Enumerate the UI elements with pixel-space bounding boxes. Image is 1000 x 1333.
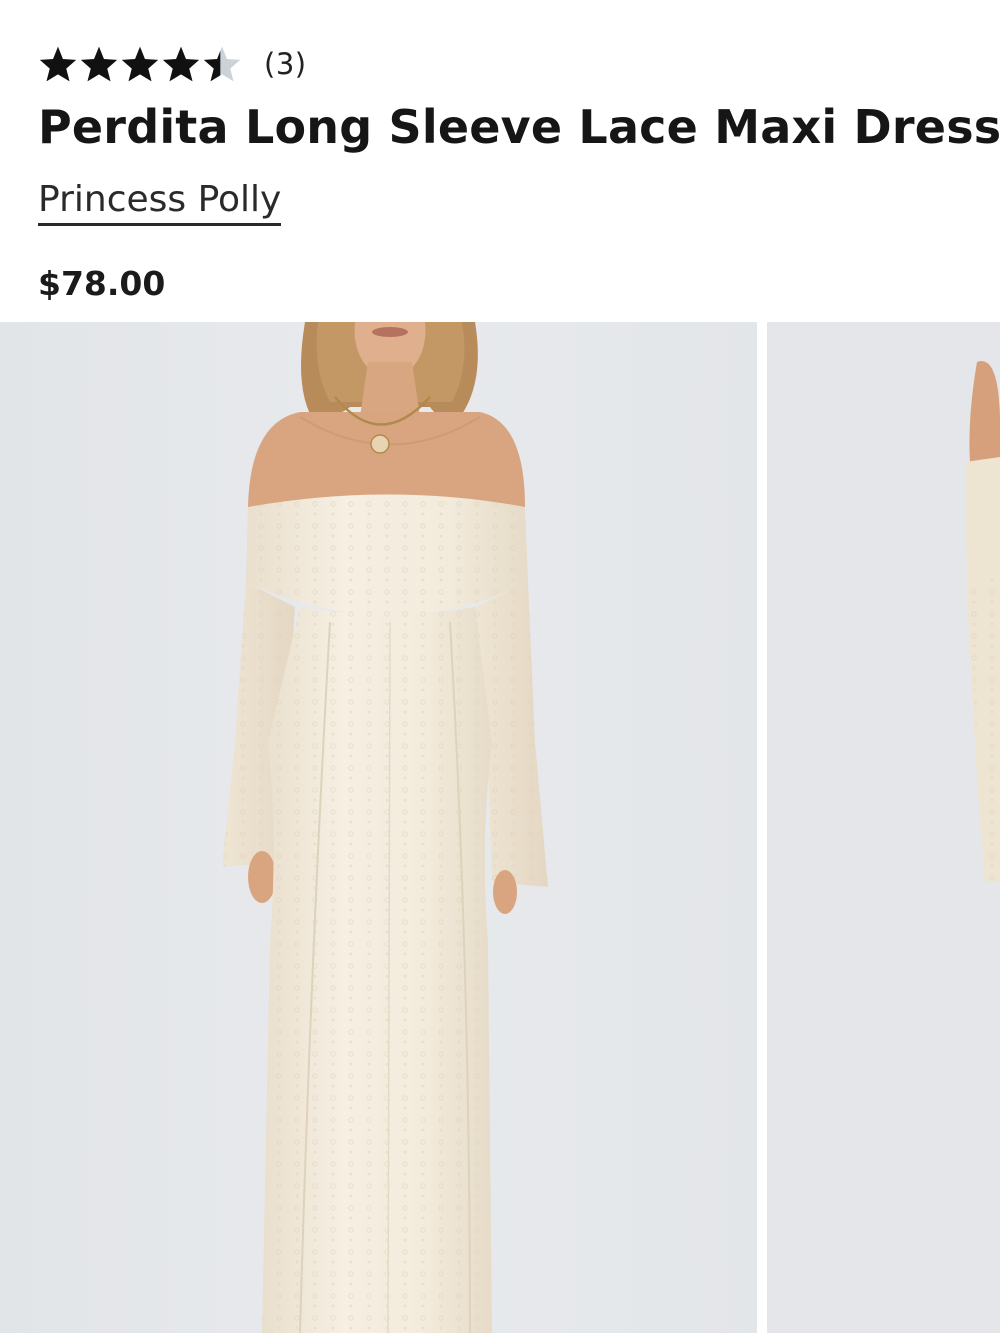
star-rating	[38, 45, 242, 83]
star-icon	[162, 46, 200, 82]
product-image-carousel[interactable]	[0, 322, 1000, 1333]
model-photo-secondary	[767, 322, 1000, 1333]
review-count[interactable]: (3)	[264, 47, 307, 81]
product-price: $78.00	[38, 264, 166, 303]
product-header: (3) Perdita Long Sleeve Lace Maxi Dress …	[0, 0, 1000, 322]
brand-link[interactable]: Princess Polly	[38, 178, 282, 227]
model-photo	[0, 322, 757, 1333]
rating-summary[interactable]: (3)	[38, 40, 307, 88]
star-icon	[39, 46, 77, 82]
product-title: Perdita Long Sleeve Lace Maxi Dress	[38, 100, 1000, 154]
star-icon	[121, 46, 159, 82]
product-image-secondary[interactable]	[767, 322, 1000, 1333]
product-page: (3) Perdita Long Sleeve Lace Maxi Dress …	[0, 0, 1000, 1333]
star-half-icon	[203, 46, 241, 82]
star-icon	[80, 46, 118, 82]
product-image-main[interactable]	[0, 322, 757, 1333]
